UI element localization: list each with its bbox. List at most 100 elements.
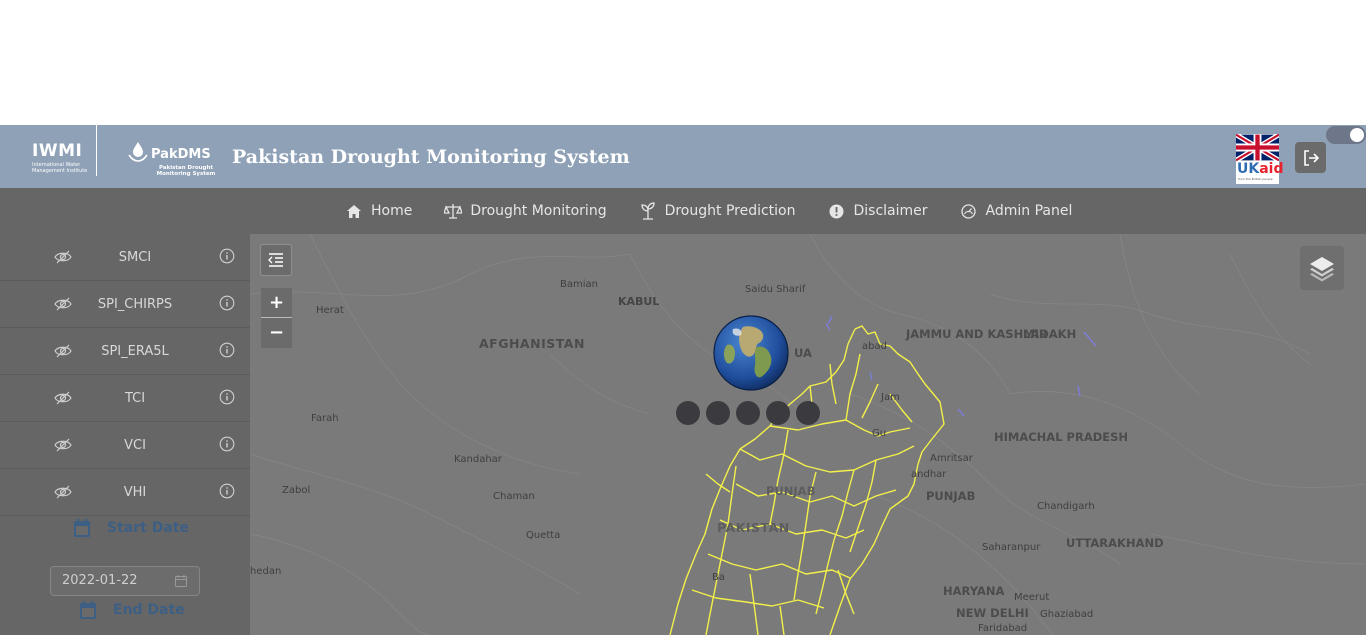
nav-list: Home Drought Monitoring Drought Predicti… (345, 188, 1104, 234)
nav-item-home[interactable]: Home (345, 202, 412, 220)
zoom-in-button[interactable]: + (261, 288, 292, 318)
map-label-bamian: Bamian (560, 279, 598, 290)
theme-toggle[interactable] (1326, 126, 1366, 144)
map-label-uttarakhand: UTTARAKHAND (1066, 536, 1164, 550)
loading-dot (766, 401, 790, 425)
layer-row-tci[interactable]: TCI (0, 375, 250, 422)
nav-item-disclaimer[interactable]: Disclaimer (828, 202, 928, 220)
union-jack-flag-icon (1236, 134, 1279, 161)
eye-slash-icon[interactable] (54, 342, 72, 360)
water-drop-hands-icon (128, 142, 148, 162)
eye-slash-icon[interactable] (54, 483, 72, 501)
nav-item-label: Drought Monitoring (470, 203, 607, 219)
map-label-chandigarh: Chandigarh (1037, 501, 1095, 512)
page-title: Pakistan Drought Monitoring System (232, 146, 630, 168)
zoom-out-button[interactable]: − (261, 318, 292, 348)
iwmi-logo[interactable]: IWMI International Water Management Inst… (32, 143, 92, 175)
calendar-picker-icon[interactable] (175, 575, 187, 587)
layer-row-smci[interactable]: SMCI (0, 234, 250, 281)
ukaid-logo: UKaid from the British people (1236, 134, 1284, 184)
nav-item-label: Disclaimer (853, 203, 928, 219)
loading-indicator (676, 315, 822, 427)
layer-switcher-button[interactable] (1300, 246, 1344, 290)
end-date-label-text: End Date (113, 602, 185, 618)
map-label-faridabad: Faridabad (978, 623, 1028, 634)
map-label-hedan: hedan (250, 566, 282, 577)
nav-item-drought-monitoring[interactable]: Drought Monitoring (444, 202, 607, 220)
zoom-control: + − (261, 288, 292, 348)
layer-row-vhi[interactable]: VHI (0, 469, 250, 516)
map-label-jammu-kashmir: JAMMU AND KASHMIR (906, 327, 1048, 341)
info-icon[interactable] (219, 248, 235, 264)
info-icon[interactable] (219, 342, 235, 358)
map-label-bahawalpur-partial: Ba (712, 572, 725, 583)
map-label-kabul: KABUL (618, 295, 660, 308)
start-date-input[interactable]: 2022-01-22 (50, 566, 200, 596)
eye-slash-icon[interactable] (54, 436, 72, 454)
map-label-ladakh: LADAKH (1023, 327, 1077, 341)
eye-slash-icon[interactable] (54, 389, 72, 407)
logout-button[interactable] (1295, 142, 1326, 173)
info-icon[interactable] (219, 436, 235, 452)
info-circle-icon (828, 202, 846, 220)
nav-item-label: Admin Panel (985, 203, 1073, 219)
map-label-quetta: Quetta (526, 530, 561, 541)
admin-boundaries-basemap (250, 234, 1366, 635)
earth-globe-icon (713, 315, 789, 391)
theme-toggle-knob (1350, 128, 1364, 142)
map-label-new-delhi: NEW DELHI (956, 606, 1029, 620)
nav-item-drought-prediction[interactable]: Drought Prediction (639, 202, 796, 220)
map-label-punjab-pakistan: PUNJAB (766, 484, 816, 498)
map-label-ghaziabad: Ghaziabad (1040, 609, 1094, 620)
ukaid-tagline: from the British people (1238, 177, 1273, 181)
map-label-farah: Farah (311, 413, 339, 424)
nav-item-admin-panel[interactable]: Admin Panel (960, 202, 1073, 220)
map-label-herat: Herat (316, 305, 344, 316)
map-label-chaman: Chaman (493, 491, 535, 502)
eye-slash-icon[interactable] (54, 295, 72, 313)
info-icon[interactable] (219, 389, 235, 405)
pakdms-logo-subtitle: Pakistan Drought Monitoring System (156, 165, 216, 177)
map-label-saharanpur: Saharanpur (982, 542, 1041, 553)
eye-slash-icon[interactable] (54, 248, 72, 266)
loading-dot (706, 401, 730, 425)
start-date-label-text: Start Date (107, 520, 189, 536)
layer-row-spi-chirps[interactable]: SPI_CHIRPS (0, 281, 250, 328)
layer-row-spi-era5l[interactable]: SPI_ERA5L (0, 328, 250, 375)
map-label-himachal-pradesh: HIMACHAL PRADESH (994, 430, 1129, 444)
list-indent-icon (268, 253, 283, 267)
basemap (250, 234, 1366, 635)
iwmi-logo-subtitle: International Water Management Institute (32, 162, 88, 174)
map-label-haryana: HARYANA (943, 584, 1005, 598)
calendar-icon (80, 601, 96, 619)
map-label-afghanistan: AFGHANISTAN (479, 336, 585, 351)
map-label-islamabad-partial: abad (862, 341, 887, 352)
map-label-pakistan: PAKISTAN (717, 520, 790, 535)
header-divider (96, 125, 97, 176)
map-label-meerut: Meerut (1014, 592, 1050, 603)
ukaid-uk-text: UK (1237, 161, 1260, 177)
layer-row-vci[interactable]: VCI (0, 422, 250, 469)
map-label-kandahar: Kandahar (454, 454, 502, 465)
main-nav: Home Drought Monitoring Drought Predicti… (0, 188, 1366, 234)
end-date-label: End Date (79, 600, 185, 620)
logout-icon (1303, 149, 1319, 166)
loading-dots (676, 401, 820, 425)
loading-dot (796, 401, 820, 425)
layers-icon (1310, 257, 1334, 282)
ukaid-aid-text: aid (1259, 161, 1284, 177)
nav-item-label: Home (371, 203, 413, 219)
nav-item-label: Drought Prediction (664, 203, 796, 219)
legend-toggle-button[interactable] (260, 244, 292, 276)
pakdms-logo[interactable]: PakDMS Pakistan Drought Monitoring Syste… (128, 141, 215, 177)
layer-name: SPI_CHIRPS (97, 297, 173, 312)
layer-sidebar: SMCI SPI_CHIRPS SPI_ERA5L TCI VCI VHI St… (0, 234, 250, 635)
info-icon[interactable] (219, 295, 235, 311)
map-view[interactable]: AFGHANISTAN KABUL Bamian Herat Farah Kan… (250, 234, 1366, 635)
map-label-punjab-india: PUNJAB (926, 489, 976, 503)
start-date-value: 2022-01-22 (62, 573, 138, 588)
home-icon (345, 202, 363, 220)
layer-name: SMCI (118, 250, 152, 265)
pakdms-logo-name: PakDMS (151, 147, 211, 162)
info-icon[interactable] (219, 483, 235, 499)
